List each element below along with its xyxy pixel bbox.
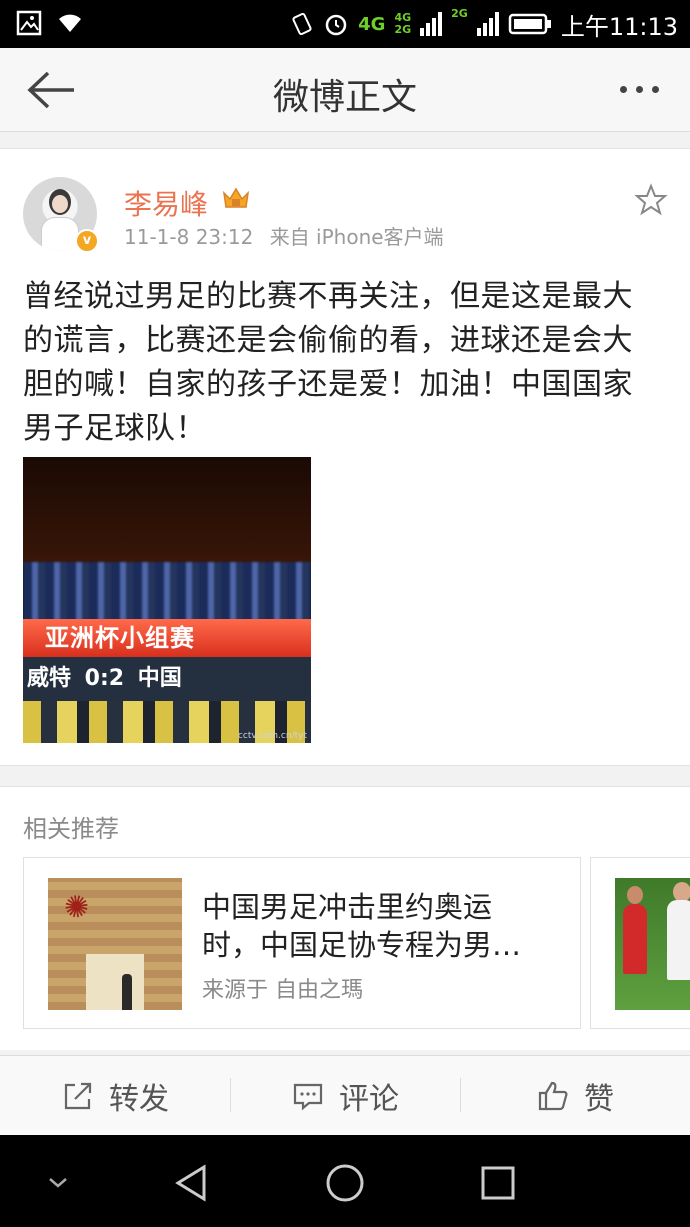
image-notification-icon bbox=[16, 10, 42, 36]
like-button[interactable]: 赞 bbox=[460, 1056, 690, 1135]
network-dual-label: 4G 2G bbox=[394, 11, 412, 36]
image-score-text: 威特 0:2 中国 bbox=[23, 657, 311, 701]
post-source: 来自 iPhone客户端 bbox=[269, 225, 444, 249]
comment-icon bbox=[293, 1083, 323, 1110]
network-4g-label: 4G bbox=[358, 13, 386, 35]
weibo-post: v 李易峰 11-1-8 23:12 来自 iPhone客户端 曾经说过男足的比… bbox=[0, 148, 690, 766]
system-nav-bar bbox=[0, 1135, 690, 1227]
like-label: 赞 bbox=[584, 1081, 614, 1117]
image-watermark: cctv.com.cn/tyt bbox=[237, 731, 307, 741]
recent-apps-icon[interactable] bbox=[476, 1161, 520, 1205]
post-date: 11-1-8 23:12 bbox=[124, 225, 254, 249]
comment-button[interactable]: 评论 bbox=[230, 1056, 460, 1135]
verified-badge: v bbox=[75, 229, 99, 253]
related-thumbnail-next bbox=[615, 878, 690, 1010]
repost-label: 转发 bbox=[109, 1081, 169, 1117]
star-icon[interactable] bbox=[634, 183, 668, 217]
network-2g-label: 2G bbox=[451, 7, 468, 20]
share-icon bbox=[64, 1082, 92, 1109]
home-circle-icon[interactable] bbox=[323, 1161, 367, 1205]
signal-icon-2 bbox=[476, 12, 499, 36]
wifi-icon bbox=[59, 14, 81, 32]
signal-icon bbox=[420, 12, 443, 36]
related-card[interactable]: ✺ 中国男足冲击里约奥运时，中国足协专程为男… 来源于 自由之瑪 bbox=[23, 857, 581, 1029]
related-thumbnail: ✺ bbox=[48, 878, 182, 1010]
alarm-icon bbox=[325, 14, 347, 36]
action-bar: 转发 评论 赞 bbox=[0, 1055, 690, 1135]
more-dots-icon bbox=[619, 85, 627, 93]
related-source: 来源于 自由之瑪 bbox=[202, 978, 363, 1003]
battery-icon bbox=[508, 13, 551, 35]
related-title: 相关推荐 bbox=[23, 815, 119, 843]
vip-crown-icon bbox=[222, 187, 250, 208]
image-banner-text: 亚洲杯小组赛 bbox=[23, 619, 311, 657]
status-bar: 4G 4G 2G 2G 上午11:13 bbox=[0, 0, 690, 48]
more-button[interactable] bbox=[614, 74, 664, 104]
related-card-next[interactable] bbox=[590, 857, 690, 1029]
repost-button[interactable]: 转发 bbox=[0, 1056, 230, 1135]
back-triangle-icon[interactable] bbox=[170, 1161, 214, 1205]
nav-bar: 微博正文 bbox=[0, 48, 690, 132]
page-title: 微博正文 bbox=[272, 77, 417, 118]
thumbs-up-icon bbox=[538, 1081, 568, 1110]
author-name[interactable]: 李易峰 bbox=[124, 183, 208, 223]
related-section: 相关推荐 ✺ 中国男足冲击里约奥运时，中国足协专程为男… 来源于 自由之瑪 bbox=[0, 786, 690, 1050]
related-headline: 中国男足冲击里约奥运时，中国足协专程为男… bbox=[202, 890, 522, 962]
post-image[interactable]: 亚洲杯小组赛 威特 0:2 中国 cctv.com.cn/tyt bbox=[23, 457, 311, 743]
comment-label: 评论 bbox=[339, 1081, 399, 1117]
clock: 上午11:13 bbox=[560, 12, 678, 41]
post-text: 曾经说过男足的比赛不再关注，但是这是最大的谎言，比赛还是会偷偷的看，进球还是会大… bbox=[23, 279, 633, 446]
chevron-down-icon[interactable] bbox=[36, 1161, 80, 1205]
vibrate-icon bbox=[292, 12, 312, 36]
post-meta: 11-1-8 23:12 来自 iPhone客户端 bbox=[124, 221, 454, 250]
